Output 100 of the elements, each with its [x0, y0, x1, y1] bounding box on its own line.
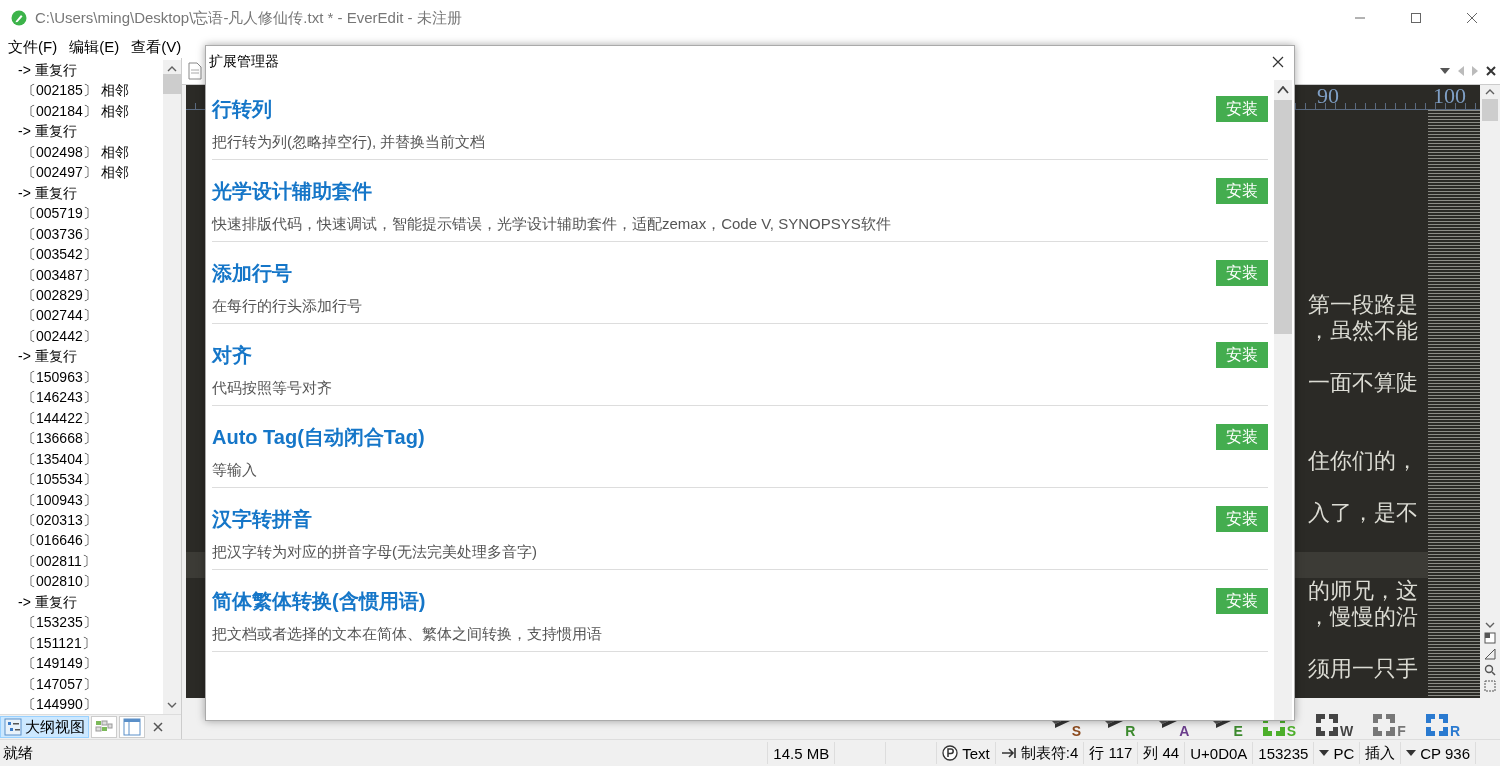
tree-item[interactable]: 〔151121〕	[0, 632, 163, 654]
tree-item[interactable]: 〔150963〕	[0, 366, 163, 388]
status-message: 就绪	[2, 743, 34, 763]
app-icon	[11, 10, 27, 26]
scroll-down-icon[interactable]	[1485, 622, 1495, 628]
menu-item[interactable]: 文件(F)	[2, 37, 64, 57]
triangle-icon[interactable]	[1484, 648, 1496, 660]
text-line: ，慢慢的沿	[1308, 604, 1418, 630]
dropdown-icon[interactable]	[1440, 68, 1450, 74]
tree-item[interactable]: 〔153235〕	[0, 612, 163, 633]
tree-item[interactable]: -> 重复行	[0, 121, 163, 142]
scroll-up-icon[interactable]	[1485, 89, 1495, 95]
tree-item[interactable]: 〔135404〕	[0, 448, 163, 470]
tree-item[interactable]: 〔016646〕	[0, 530, 163, 551]
minimap-drawing[interactable]	[1428, 110, 1480, 698]
dropdown-icon[interactable]	[1406, 750, 1417, 756]
tree-item[interactable]: 〔005719〕	[0, 203, 163, 224]
tree-item[interactable]: 〔002184〕 相邻	[0, 100, 163, 122]
text-line: 入了，是不	[1308, 500, 1418, 526]
status-field[interactable]: 制表符:4	[1020, 743, 1079, 763]
tree-item[interactable]: 〔003736〕	[0, 223, 163, 245]
tree-item[interactable]: 〔003487〕	[0, 264, 163, 285]
panel-tab[interactable]	[119, 716, 145, 738]
panel-tab[interactable]	[91, 716, 117, 738]
tree-item[interactable]: 〔144422〕	[0, 407, 163, 429]
extension-name[interactable]: 光学设计辅助套件	[212, 177, 372, 205]
extension-name[interactable]: 汉字转拼音	[212, 505, 312, 533]
tree-item[interactable]: 〔002498〕 相邻	[0, 141, 163, 163]
tree-item[interactable]: -> 重复行	[0, 591, 163, 613]
ruler-number: 90	[1317, 83, 1339, 109]
extension-description: 代码按照等号对齐	[212, 378, 333, 398]
tree-item[interactable]: -> 重复行	[0, 182, 163, 204]
scrollbar[interactable]	[1274, 80, 1292, 720]
extension-name[interactable]: Auto Tag(自动闭合Tag)	[212, 423, 425, 451]
tree-item[interactable]: 〔002744〕	[0, 305, 163, 326]
tree-item[interactable]: 〔002810〕	[0, 571, 163, 592]
extension-description: 把行转为列(忽略掉空行), 并替换当前文档	[212, 132, 487, 152]
extension-description: 快速排版代码，快速调试，智能提示错误，光学设计辅助套件，适配zemax，Code V, SYNOPSYS软件	[212, 214, 892, 234]
tree-item[interactable]: 〔002829〕	[0, 285, 163, 306]
status-field[interactable]: PC	[1333, 744, 1355, 762]
extension-name[interactable]: 行转列	[212, 95, 272, 123]
tree-item[interactable]: 〔002442〕	[0, 325, 163, 347]
tree-item[interactable]: 〔105534〕	[0, 469, 163, 490]
scroll-down-icon[interactable]	[167, 702, 177, 708]
dialog-title: 扩展管理器	[209, 53, 280, 71]
close-icon[interactable]	[1486, 66, 1496, 76]
menu-item[interactable]: 查看(V)	[125, 37, 188, 57]
ruler-number: 100	[1433, 83, 1466, 109]
toolbar-button[interactable]: F	[1371, 712, 1406, 738]
toolbar-button[interactable]: R	[1423, 712, 1460, 738]
menu-item[interactable]: 编辑(E)	[63, 37, 126, 57]
tree-item[interactable]: 〔136668〕	[0, 428, 163, 449]
tree-item[interactable]: -> 重复行	[0, 346, 163, 367]
close-icon	[1466, 12, 1478, 24]
scroll-thumb[interactable]	[163, 74, 181, 94]
tree-item[interactable]: 〔002811〕	[0, 550, 163, 572]
text-line: ，虽然不能	[1308, 318, 1418, 344]
extension-name[interactable]: 添加行号	[212, 259, 292, 287]
scroll-up-icon[interactable]	[1277, 86, 1289, 94]
frame-icon	[1423, 712, 1450, 738]
extension-description: 等输入	[212, 460, 258, 480]
tree-item[interactable]: 〔002185〕 相邻	[0, 80, 163, 101]
scrollbar[interactable]	[163, 60, 181, 714]
tree-item[interactable]: 〔002497〕 相邻	[0, 162, 163, 183]
tree-item[interactable]: 〔149149〕	[0, 653, 163, 674]
tree-item[interactable]: 〔146243〕	[0, 387, 163, 408]
split-icon[interactable]	[1484, 632, 1496, 644]
tree-item[interactable]: 〔100943〕	[0, 489, 163, 510]
status-field: 插入	[1365, 743, 1396, 763]
status-field[interactable]: Text	[962, 744, 990, 762]
panel-tab[interactable]: 大纲视图	[0, 716, 89, 738]
maximize-icon	[1410, 12, 1422, 24]
tree-item[interactable]: 〔144990〕	[0, 694, 163, 714]
text-line: 的师兄，这	[1308, 578, 1418, 604]
tree-item[interactable]: 〔003542〕	[0, 244, 163, 265]
window-title: C:\Users\ming\Desktop\忘语-凡人修仙传.txt * - EverEdit - 未注册	[35, 8, 463, 28]
extension-name[interactable]: 对齐	[212, 341, 252, 369]
document-icon[interactable]	[188, 62, 202, 80]
status-field: U+0D0A	[1190, 744, 1248, 762]
extension-name[interactable]: 简体繁体转换(含惯用语)	[212, 587, 426, 615]
outline-icon	[4, 718, 22, 736]
paragraph-icon	[942, 745, 959, 761]
scroll-thumb[interactable]	[1274, 100, 1292, 334]
status-field[interactable]: CP 936	[1420, 744, 1470, 762]
toolbar-button[interactable]: W	[1314, 712, 1354, 738]
layout-icon	[123, 718, 141, 736]
tree-item[interactable]: 〔020313〕	[0, 509, 163, 531]
close-icon[interactable]	[1272, 56, 1284, 68]
tree-item[interactable]: -> 重复行	[0, 60, 163, 81]
frame-icon	[1371, 712, 1398, 738]
status-field: 行 117	[1089, 743, 1133, 763]
scroll-thumb[interactable]	[1482, 99, 1498, 121]
dropdown-icon[interactable]	[1319, 750, 1330, 756]
extension-description: 把文档或者选择的文本在简体、繁体之间转换，支持惯用语	[212, 624, 603, 644]
zoom-icon[interactable]	[1484, 664, 1496, 676]
tree-item[interactable]: 〔147057〕	[0, 673, 163, 695]
close-icon[interactable]	[153, 722, 163, 732]
scroll-up-icon[interactable]	[167, 66, 177, 72]
extension-description: 在每行的行头添加行号	[212, 296, 363, 316]
status-field: 14.5 MB	[773, 744, 830, 762]
